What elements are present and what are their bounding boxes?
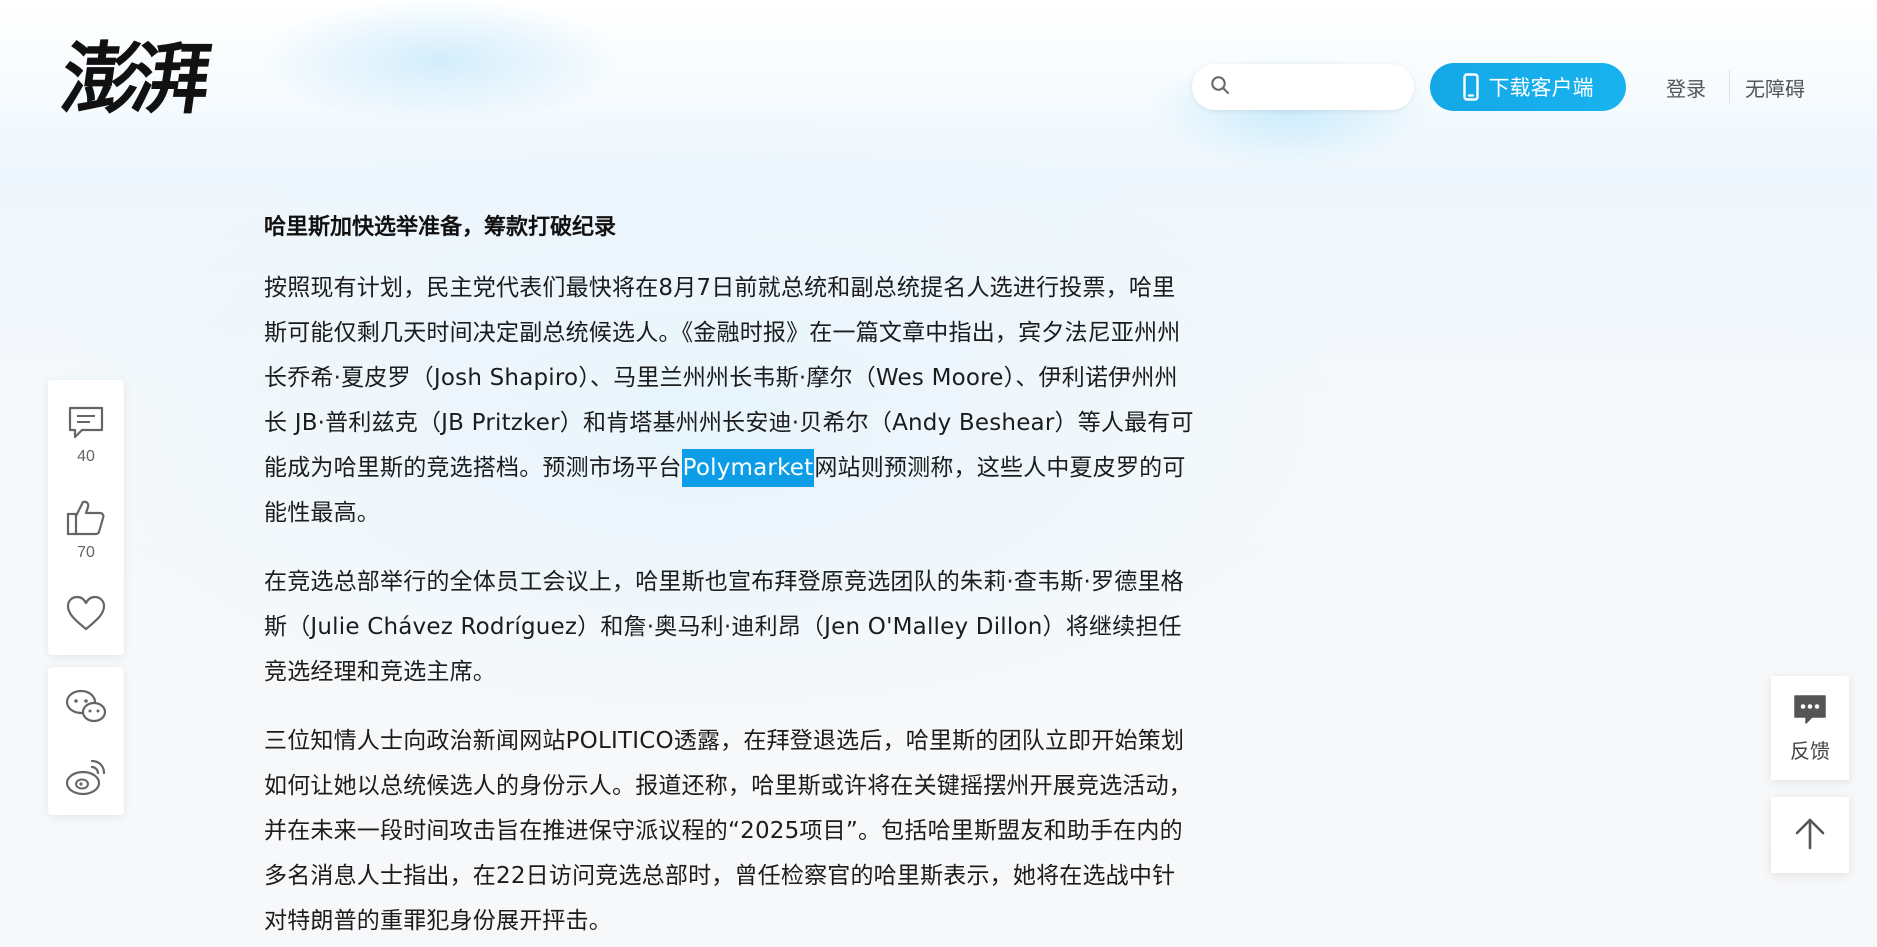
arrow-up-icon <box>1793 816 1827 854</box>
share-panel <box>48 667 124 815</box>
site-header: 澎湃 下载客户端 登录 无障碍 <box>0 0 1877 170</box>
download-app-label: 下载客户端 <box>1488 76 1594 100</box>
wechat-icon <box>64 687 108 729</box>
share-weibo-button[interactable] <box>48 757 124 801</box>
favorite-button[interactable] <box>48 594 124 636</box>
download-app-button[interactable]: 下载客户端 <box>1430 63 1626 111</box>
article-body: 哈里斯加快选举准备，筹款打破纪录 按照现有计划，民主党代表们最快将在8月7日前就… <box>264 206 1196 947</box>
feedback-button[interactable]: 反馈 <box>1771 676 1849 780</box>
search-box[interactable] <box>1192 64 1414 110</box>
site-logo[interactable]: 澎湃 <box>56 34 209 125</box>
back-to-top-button[interactable] <box>1771 797 1849 873</box>
comment-count: 40 <box>77 448 95 465</box>
heart-icon <box>65 594 107 636</box>
comment-button[interactable]: 40 <box>48 404 124 466</box>
search-input[interactable] <box>1240 72 1400 102</box>
phone-icon <box>1462 73 1479 101</box>
search-icon <box>1210 75 1230 99</box>
feedback-icon <box>1792 693 1828 729</box>
accessibility-link[interactable]: 无障碍 <box>1745 73 1805 102</box>
share-wechat-button[interactable] <box>48 687 124 729</box>
nav-divider <box>1729 70 1730 104</box>
like-count: 70 <box>77 544 95 561</box>
article-actions-panel: 40 70 <box>48 380 124 655</box>
weibo-icon <box>64 757 108 801</box>
feedback-label: 反馈 <box>1790 738 1830 763</box>
thumbs-up-icon <box>65 498 107 542</box>
highlighted-text[interactable]: Polymarket <box>681 449 815 487</box>
login-link[interactable]: 登录 <box>1666 73 1706 102</box>
article-paragraph: 三位知情人士向政治新闻网站POLITICO透露，在拜登退选后，哈里斯的团队立即开… <box>264 728 1192 934</box>
article-subtitle: 哈里斯加快选举准备，筹款打破纪录 <box>264 215 617 240</box>
comment-icon <box>66 404 106 446</box>
article-paragraph: 按照现有计划，民主党代表们最快将在8月7日前就总统和副总统提名人选进行投票，哈里… <box>264 266 1196 536</box>
like-button[interactable]: 70 <box>48 498 124 562</box>
article-paragraph: 在竞选总部举行的全体员工会议上，哈里斯也宣布拜登原竞选团队的朱莉·查韦斯·罗德里… <box>264 569 1184 685</box>
